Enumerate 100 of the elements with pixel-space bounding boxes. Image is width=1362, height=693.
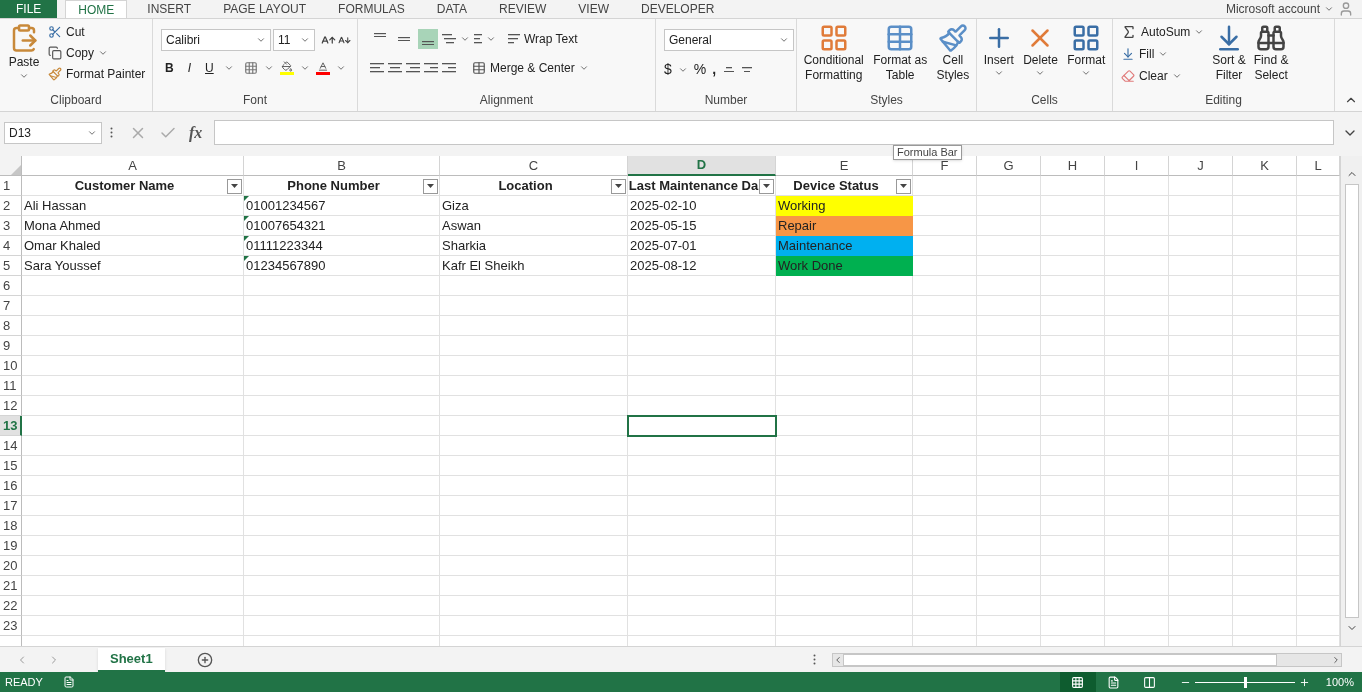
- wrap-text-button[interactable]: Wrap Text: [508, 30, 578, 48]
- ribbon-tab[interactable]: DEVELOPER: [629, 0, 727, 18]
- styles-button[interactable]: Cell Styles: [936, 23, 970, 91]
- ribbon-tab[interactable]: FORMULAS: [326, 0, 417, 18]
- sort-filter-button[interactable]: Sort & Filter: [1212, 23, 1246, 91]
- account-button[interactable]: Microsoft account: [1225, 0, 1338, 18]
- column-header[interactable]: D: [628, 156, 776, 176]
- scroll-left-icon[interactable]: [833, 654, 843, 665]
- autosum-button[interactable]: AutoSum: [1121, 23, 1205, 41]
- column-header[interactable]: C: [440, 156, 628, 176]
- find-select-button[interactable]: Find & Select: [1253, 23, 1289, 91]
- active-cell[interactable]: [627, 415, 777, 437]
- file-tab[interactable]: FILE: [0, 0, 58, 18]
- format-painter-button[interactable]: Format Painter: [48, 65, 146, 83]
- clear-button[interactable]: Clear: [1121, 67, 1205, 85]
- row-header[interactable]: 4: [0, 236, 22, 256]
- ribbon-tab[interactable]: INSERT: [135, 0, 204, 18]
- row-header[interactable]: 12: [0, 396, 22, 416]
- underline-button[interactable]: U: [201, 59, 218, 77]
- row-header[interactable]: 22: [0, 596, 22, 616]
- column-header[interactable]: H: [1041, 156, 1105, 176]
- styles-button[interactable]: Conditional Formatting: [803, 23, 864, 91]
- filter-button[interactable]: [896, 178, 911, 194]
- vertical-align-button[interactable]: [418, 29, 438, 49]
- scissors-icon: [48, 25, 62, 39]
- filter-button[interactable]: [227, 178, 242, 194]
- italic-button[interactable]: I: [183, 59, 195, 77]
- cells-button[interactable]: Format: [1067, 23, 1106, 91]
- row-header[interactable]: 18: [0, 516, 22, 536]
- scroll-right-icon[interactable]: [1331, 654, 1341, 665]
- vertical-scrollbar[interactable]: [1340, 156, 1362, 646]
- font-name-dropdown[interactable]: Calibri: [161, 29, 271, 51]
- column-header[interactable]: L: [1297, 156, 1340, 176]
- paste-button[interactable]: Paste: [4, 23, 44, 91]
- scrollbar-thumb[interactable]: [843, 653, 1277, 666]
- row-header[interactable]: 10: [0, 356, 22, 376]
- copy-button[interactable]: Copy: [48, 44, 146, 62]
- more-options-icon[interactable]: [110, 127, 113, 138]
- row-header[interactable]: 16: [0, 476, 22, 496]
- font-color-icon[interactable]: [315, 61, 330, 75]
- name-box[interactable]: D13: [4, 121, 102, 144]
- column-heading: Last Maintenance Da: [628, 177, 759, 196]
- ribbon-tab[interactable]: HOME: [65, 0, 128, 18]
- row-header[interactable]: 20: [0, 556, 22, 576]
- column-header[interactable]: I: [1105, 156, 1169, 176]
- row-header[interactable]: 23: [0, 616, 22, 636]
- column-header[interactable]: K: [1233, 156, 1297, 176]
- cells-button[interactable]: Delete: [1023, 23, 1058, 91]
- number-format-dropdown[interactable]: General: [664, 29, 794, 51]
- cut-button[interactable]: Cut: [48, 23, 146, 41]
- borders-icon[interactable]: [243, 61, 258, 75]
- zoom-in-icon[interactable]: [1298, 676, 1310, 688]
- macro-record-icon[interactable]: [62, 676, 75, 688]
- cells-button[interactable]: Insert: [983, 23, 1014, 91]
- row-header[interactable]: 7: [0, 296, 22, 316]
- ribbon-tab[interactable]: VIEW: [566, 0, 621, 18]
- ribbon-tab[interactable]: PAGE LAYOUT: [211, 0, 319, 18]
- font-size-dropdown[interactable]: 11: [273, 29, 315, 51]
- formula-input[interactable]: [214, 120, 1334, 145]
- fill-button[interactable]: Fill: [1121, 45, 1205, 63]
- row-header[interactable]: 11: [0, 376, 22, 396]
- view-button[interactable]: [1059, 672, 1096, 692]
- row-header[interactable]: 1: [0, 176, 22, 196]
- row-header[interactable]: 5: [0, 256, 22, 276]
- filter-button[interactable]: [423, 178, 438, 194]
- row-header[interactable]: 8: [0, 316, 22, 336]
- column-header[interactable]: A: [22, 156, 244, 176]
- comma-button[interactable]: ,: [712, 59, 717, 80]
- row-header[interactable]: 21: [0, 576, 22, 596]
- bold-button[interactable]: B: [161, 59, 178, 77]
- row-header[interactable]: 2: [0, 196, 22, 216]
- column-header[interactable]: B: [244, 156, 440, 176]
- row-header[interactable]: 9: [0, 336, 22, 356]
- sheet-tab[interactable]: Sheet1: [98, 647, 165, 672]
- filter-button[interactable]: [759, 178, 774, 194]
- ribbon-tab[interactable]: DATA: [424, 0, 479, 18]
- row-header[interactable]: 17: [0, 496, 22, 516]
- zoom-level[interactable]: 100%: [1325, 673, 1354, 691]
- merge-center-button[interactable]: Merge & Center: [472, 59, 589, 77]
- filter-button[interactable]: [611, 178, 626, 194]
- scrollbar-thumb[interactable]: [1344, 184, 1359, 618]
- row-header[interactable]: 6: [0, 276, 22, 296]
- column-header[interactable]: G: [977, 156, 1041, 176]
- currency-button[interactable]: $: [664, 59, 672, 80]
- styles-button[interactable]: Format as Table: [873, 23, 928, 91]
- fill-color-icon[interactable]: [279, 61, 294, 75]
- insert-function-button[interactable]: fx: [189, 120, 203, 145]
- percent-button[interactable]: %: [693, 59, 707, 80]
- row-header[interactable]: 15: [0, 456, 22, 476]
- eraser-icon: [1121, 69, 1135, 83]
- more-options-icon[interactable]: [813, 654, 816, 665]
- horizontal-scrollbar[interactable]: [832, 652, 1342, 667]
- column-header[interactable]: J: [1169, 156, 1233, 176]
- row-header[interactable]: 13: [0, 416, 22, 436]
- row-header[interactable]: 19: [0, 536, 22, 556]
- zoom-slider-thumb[interactable]: [1243, 676, 1247, 688]
- row-header[interactable]: 14: [0, 436, 22, 456]
- row-header[interactable]: 3: [0, 216, 22, 236]
- ribbon-tab[interactable]: REVIEW: [487, 0, 559, 18]
- add-sheet-icon[interactable]: [196, 651, 213, 668]
